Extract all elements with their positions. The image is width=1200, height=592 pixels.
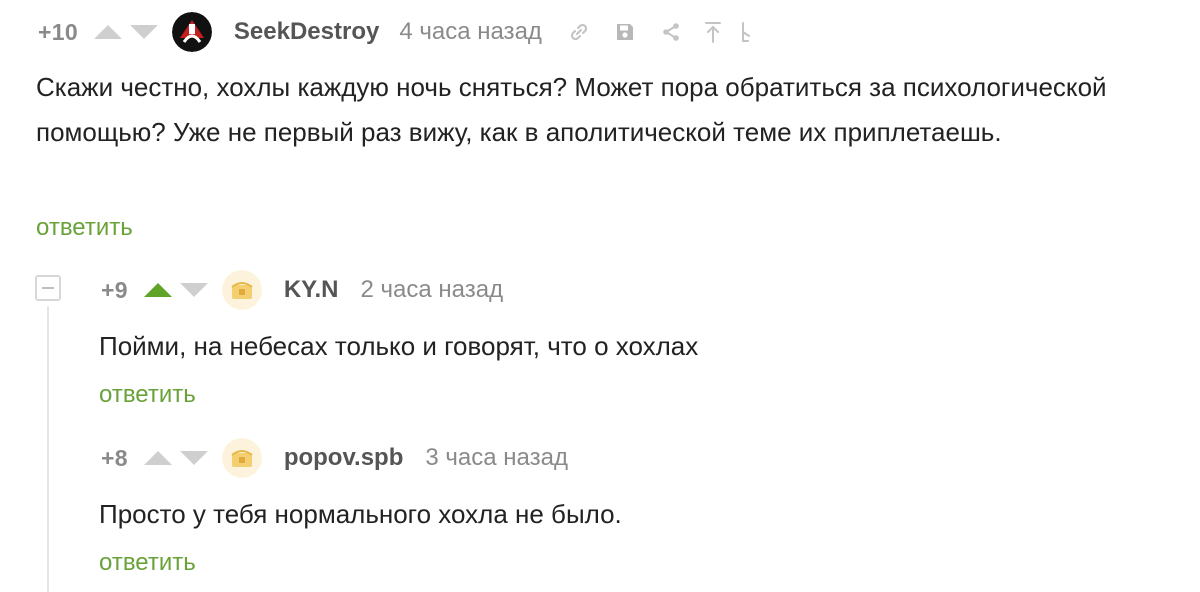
comment-rating: +9 <box>101 276 128 303</box>
link-icon[interactable] <box>568 21 590 43</box>
upvote-icon[interactable] <box>143 283 172 297</box>
comment-text: Пойми, на небесах только и говорят, что … <box>99 331 699 361</box>
comment-header: +10 SeekDestroy 4 часа назад <box>38 10 754 54</box>
comment-header: +9 KY.N 2 часа назад <box>101 268 503 312</box>
downvote-icon[interactable] <box>129 25 158 39</box>
branch-icon[interactable] <box>738 21 754 43</box>
scroll-to-parent-icon[interactable] <box>702 21 724 43</box>
thread-line[interactable] <box>47 306 49 592</box>
reply-link[interactable]: ответить <box>99 381 196 409</box>
avatar[interactable] <box>221 438 262 478</box>
comment-text: Скажи честно, хохлы каждую ночь сняться?… <box>36 72 1107 147</box>
comment-header: +8 popov.spb 3 часа назад <box>101 436 568 480</box>
upvote-icon[interactable] <box>143 451 172 465</box>
comment-time: 3 часа назад <box>425 444 568 471</box>
comment-rating: +10 <box>38 18 78 45</box>
username[interactable]: KY.N <box>284 276 339 304</box>
downvote-icon[interactable] <box>179 283 208 297</box>
upvote-icon[interactable] <box>93 25 122 39</box>
comment-time: 2 часа назад <box>360 276 504 303</box>
save-icon[interactable] <box>614 21 636 43</box>
avatar[interactable] <box>171 12 212 52</box>
comments-page: +10 SeekDestroy 4 часа назад Скажи честн… <box>0 0 1200 592</box>
comment-time: 4 часа назад <box>399 18 542 45</box>
avatar[interactable] <box>221 270 262 310</box>
share-icon[interactable] <box>660 21 682 43</box>
reply-link[interactable]: ответить <box>99 549 196 577</box>
comment-text: Просто у тебя нормального хохла не было. <box>99 499 622 529</box>
username[interactable]: SeekDestroy <box>234 18 379 46</box>
username[interactable]: popov.spb <box>284 444 404 472</box>
downvote-icon[interactable] <box>179 451 208 465</box>
reply-link[interactable]: ответить <box>36 214 133 242</box>
collapse-thread-button[interactable] <box>35 275 61 301</box>
comment-rating: +8 <box>101 444 128 471</box>
